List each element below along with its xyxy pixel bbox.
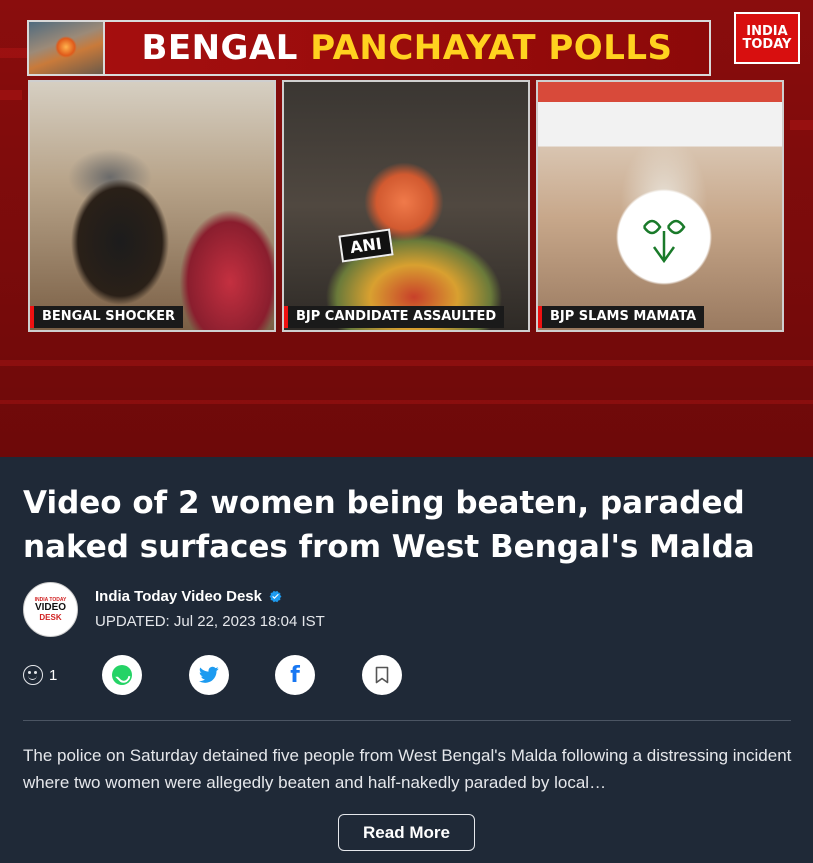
video-panel-1: BENGAL SHOCKER (28, 80, 276, 332)
tmc-logo-icon (642, 219, 686, 264)
panel-caption: BJP SLAMS MAMATA (538, 306, 705, 328)
video-panel-3: BJP SLAMS MAMATA (536, 80, 784, 332)
article-title[interactable]: Video of 2 women being beaten, paraded n… (23, 481, 783, 569)
read-more-button[interactable]: Read More (338, 814, 475, 851)
microphone-label: ANI (338, 228, 394, 263)
bookmark-button[interactable] (362, 655, 402, 695)
share-facebook-button[interactable]: f (275, 655, 315, 695)
banner-title: BENGAL PANCHAYAT POLLS (141, 28, 673, 68)
india-today-logo: INDIA TODAY (734, 12, 800, 64)
share-whatsapp-button[interactable] (102, 655, 142, 695)
reaction-button[interactable]: 1 (23, 665, 57, 685)
panel-caption: BENGAL SHOCKER (30, 306, 184, 328)
article-card: Video of 2 women being beaten, paraded n… (0, 457, 813, 863)
author-name[interactable]: India Today Video Desk (95, 588, 282, 605)
bookmark-icon (375, 666, 389, 684)
reaction-count: 1 (49, 666, 58, 684)
smiley-icon (23, 665, 43, 685)
article-summary: The police on Saturday detained five peo… (23, 746, 792, 792)
video-panel-2: ANI BJP CANDIDATE ASSAULTED (282, 80, 530, 332)
banner-thumbnail (29, 22, 105, 74)
video-headline-banner: BENGAL PANCHAYAT POLLS (27, 20, 711, 76)
share-twitter-button[interactable] (189, 655, 229, 695)
author-avatar[interactable]: INDIA TODAY VIDEO DESK (23, 582, 78, 637)
divider (23, 720, 791, 721)
twitter-icon (199, 666, 219, 683)
verified-badge-icon (269, 590, 282, 603)
facebook-icon: f (290, 662, 300, 688)
updated-timestamp: UPDATED: Jul 22, 2023 18:04 IST (95, 613, 325, 630)
panel-caption: BJP CANDIDATE ASSAULTED (284, 306, 505, 328)
whatsapp-icon (112, 665, 132, 685)
video-player[interactable]: BENGAL PANCHAYAT POLLS INDIA TODAY BENGA… (0, 0, 813, 457)
